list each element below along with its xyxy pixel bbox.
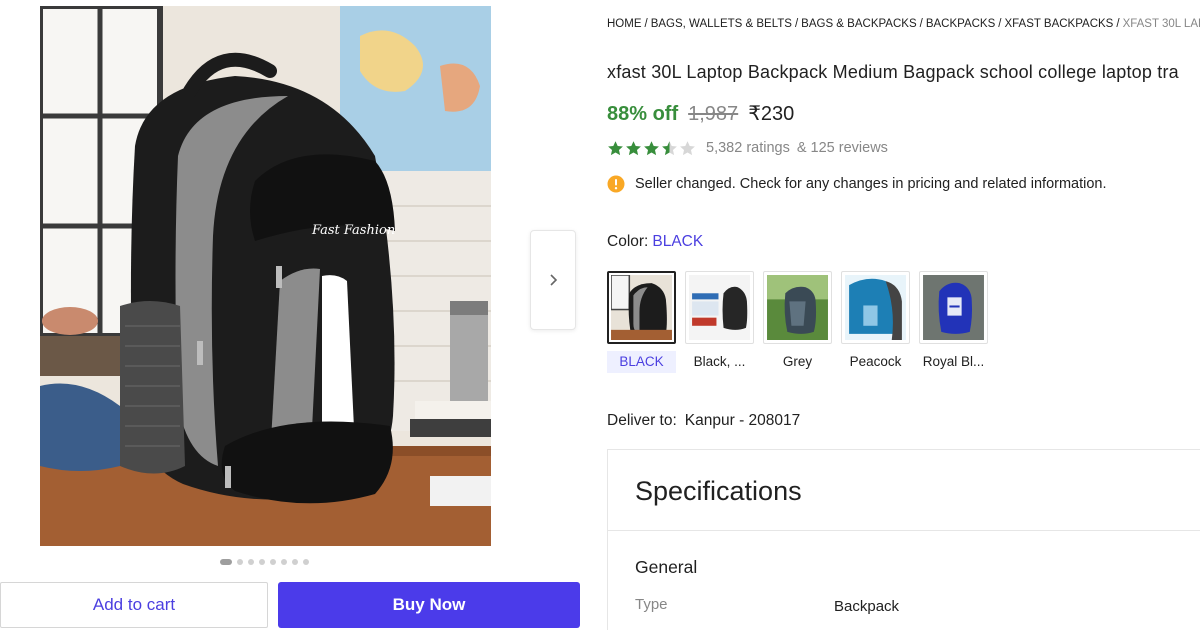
buy-now-button[interactable]: Buy Now <box>278 582 580 628</box>
ratings-count: 5,382 ratings <box>706 140 790 156</box>
star-rating <box>607 140 696 157</box>
color-swatches: BLACK Black, ... Grey Peacock Royal Bl..… <box>607 271 988 373</box>
spec-section-general: General <box>635 557 698 577</box>
selling-price: ₹230 <box>748 103 795 125</box>
specifications-title: Specifications <box>635 476 802 506</box>
breadcrumb-xfast-backpacks[interactable]: XFAST BACKPACKS <box>1004 18 1113 30</box>
swatch-peacock[interactable]: Peacock <box>841 271 910 373</box>
swatch-grey-thumb <box>763 271 832 344</box>
price-row: 88% off 1,987 ₹230 <box>607 101 794 129</box>
breadcrumb-home[interactable]: HOME <box>607 18 642 30</box>
breadcrumb-current: XFAST 30L LAPTOP <box>1122 18 1200 30</box>
breadcrumb-bags-backpacks[interactable]: BAGS & BACKPACKS <box>801 18 916 30</box>
delivery-location: Kanpur - 208017 <box>684 412 801 429</box>
spec-value-type: Backpack <box>834 598 900 615</box>
delivery-info[interactable]: Deliver to: Kanpur - 208017 <box>607 412 800 430</box>
add-to-cart-button[interactable]: Add to cart <box>0 582 268 628</box>
spec-key-type: Type <box>635 596 668 613</box>
swatch-label: Black, ... <box>693 354 746 369</box>
swatch-royal-blue-thumb <box>919 271 988 344</box>
star-half-icon <box>662 140 677 155</box>
breadcrumb-backpacks[interactable]: BACKPACKS <box>926 18 995 30</box>
rating-row[interactable]: 5,382 ratings & 125 reviews <box>607 138 888 158</box>
notice-text: Seller changed. Check for any changes in… <box>635 176 1107 192</box>
swatch-black-thumb <box>607 271 676 344</box>
specifications-card: Specifications General Type Backpack <box>607 449 1200 630</box>
peacock-backpack-thumb <box>845 275 906 340</box>
original-price: 1,987 <box>688 103 739 125</box>
swatch-royal-blue[interactable]: Royal Bl... <box>919 271 988 373</box>
star-full-icon <box>608 140 623 155</box>
carousel-dot[interactable] <box>220 559 232 565</box>
deliver-to-label: Deliver to: <box>607 412 677 429</box>
royal-blue-backpack-thumb <box>923 275 984 340</box>
swatch-label: Grey <box>782 354 813 369</box>
swatch-black-grey[interactable]: Black, ... <box>685 271 754 373</box>
black-combo-thumb <box>689 275 750 340</box>
next-image-button[interactable] <box>530 230 576 330</box>
star-full-icon <box>626 140 641 155</box>
carousel-dots <box>220 558 309 566</box>
grey-backpack-thumb <box>767 275 828 340</box>
carousel-dot[interactable] <box>292 559 298 565</box>
carousel-dot[interactable] <box>259 559 265 565</box>
svg-text:Fast Fashion: Fast Fashion <box>311 223 395 238</box>
backpack-photo: Fast Fashion <box>40 6 491 546</box>
seller-changed-notice: Seller changed. Check for any changes in… <box>607 174 1107 194</box>
discount-percent: 88% off <box>607 103 679 125</box>
swatch-label: Peacock <box>849 354 902 369</box>
black-backpack-thumb <box>611 275 672 340</box>
carousel-dot[interactable] <box>248 559 254 565</box>
color-label: Color: BLACK <box>607 233 703 251</box>
product-title: xfast 30L Laptop Backpack Medium Bagpack… <box>607 62 1179 82</box>
selected-color: BLACK <box>652 233 704 250</box>
swatch-label: BLACK <box>607 351 676 373</box>
carousel-dot[interactable] <box>237 559 243 565</box>
info-icon <box>607 175 625 193</box>
reviews-count: & 125 reviews <box>796 140 888 156</box>
color-label-text: Color: <box>607 233 649 250</box>
chevron-right-icon <box>550 274 558 286</box>
star-empty-icon <box>680 140 695 155</box>
product-main-image[interactable]: Fast Fashion <box>40 6 491 546</box>
divider <box>608 530 1200 531</box>
swatch-grey[interactable]: Grey <box>763 271 832 373</box>
swatch-peacock-thumb <box>841 271 910 344</box>
carousel-dot[interactable] <box>303 559 309 565</box>
carousel-dot[interactable] <box>281 559 287 565</box>
star-full-icon <box>644 140 659 155</box>
swatch-black[interactable]: BLACK <box>607 271 676 373</box>
breadcrumb: HOME / BAGS, WALLETS & BELTS / BAGS & BACKPA… <box>607 18 1200 34</box>
swatch-black-grey-thumb <box>685 271 754 344</box>
breadcrumb-bags-wallets-belts[interactable]: BAGS, WALLETS & BELTS <box>651 18 792 30</box>
swatch-label: Royal Bl... <box>922 354 985 369</box>
carousel-dot[interactable] <box>270 559 276 565</box>
